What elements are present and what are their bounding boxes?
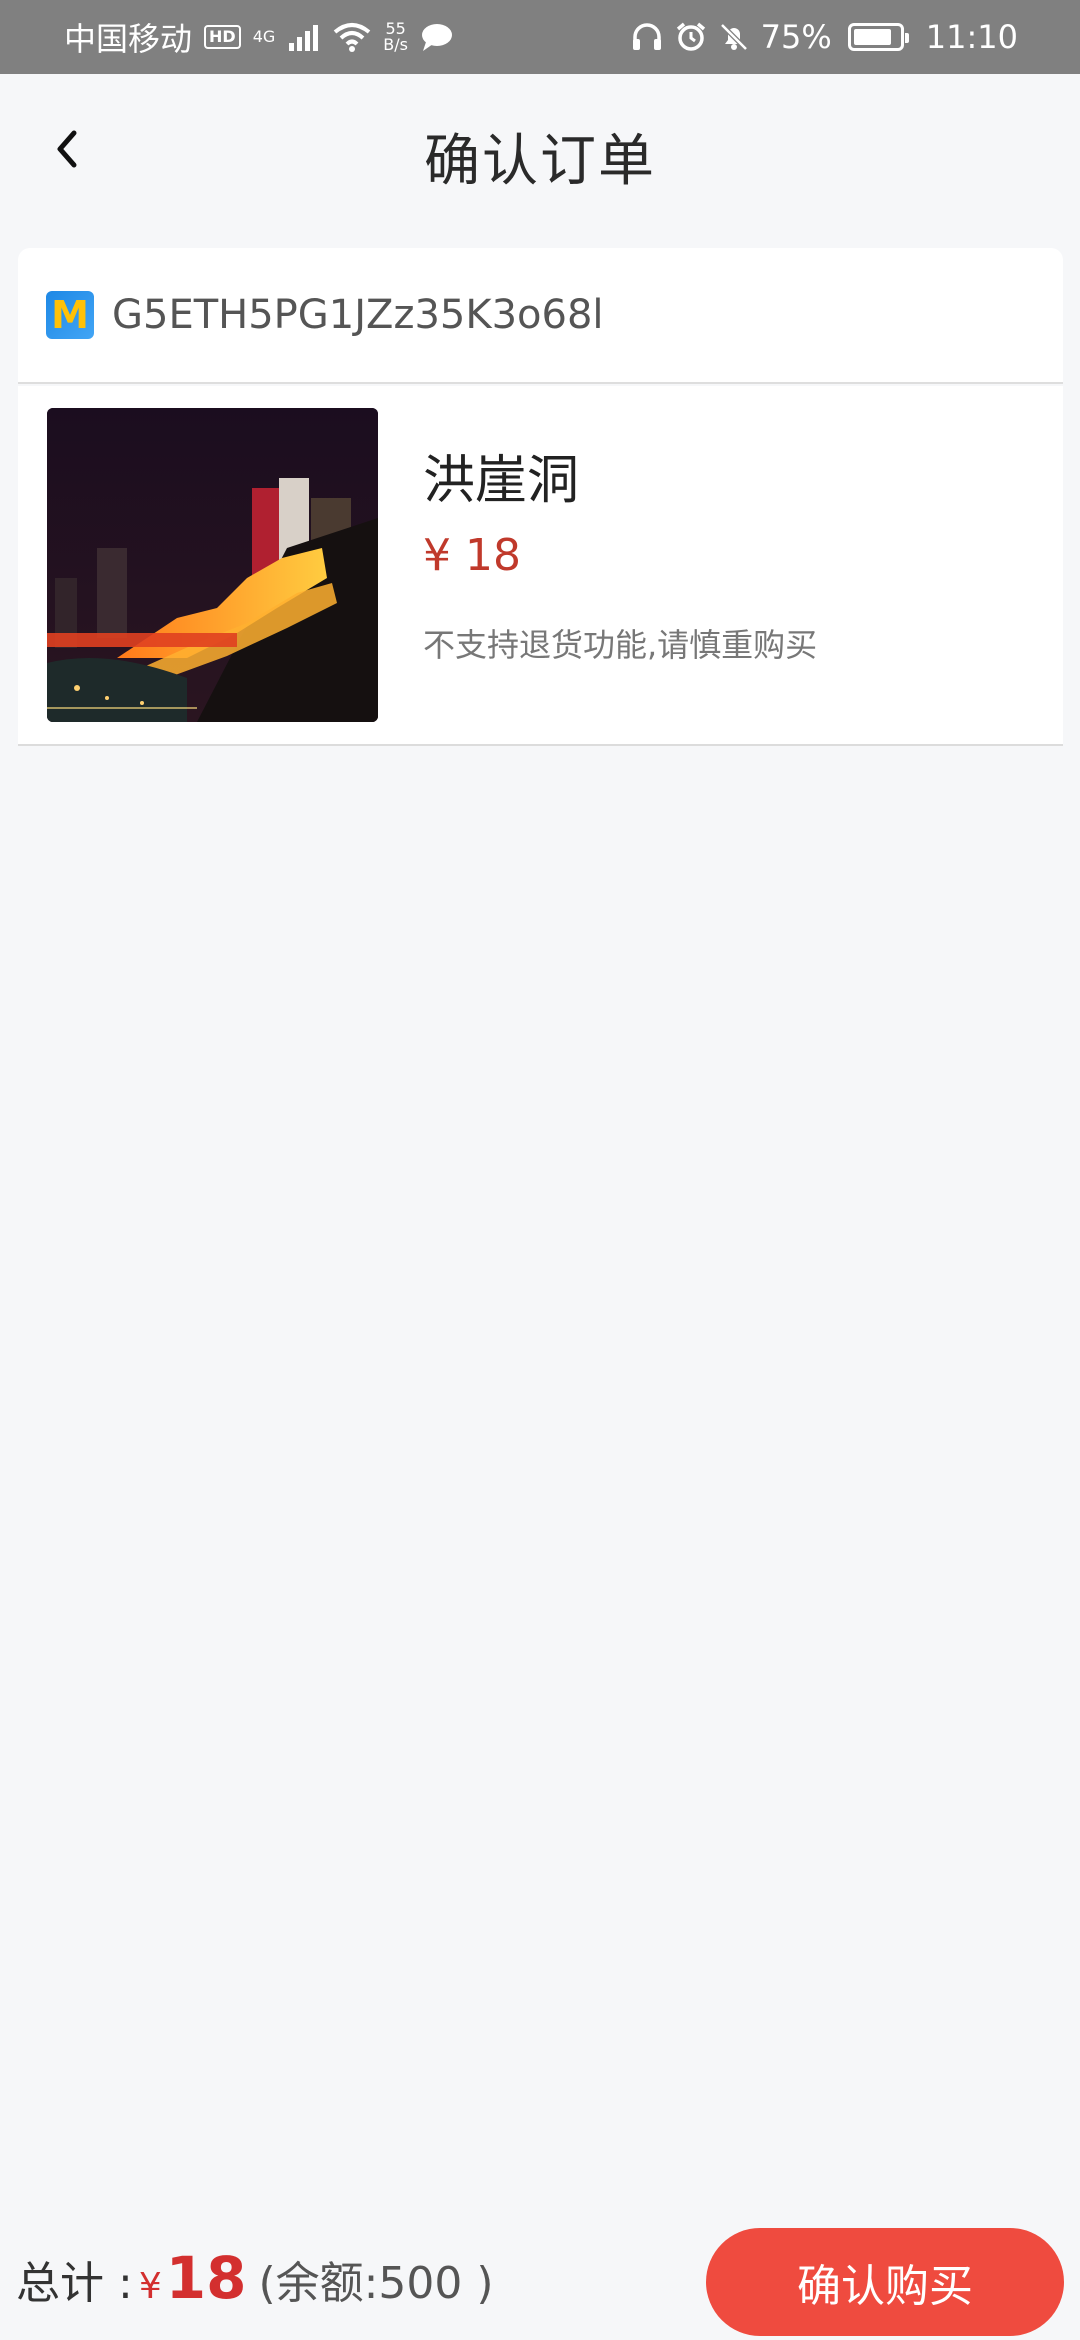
net-speed-unit: B/s <box>383 35 408 54</box>
page-header: 确认订单 <box>0 74 1080 224</box>
alarm-icon <box>675 22 707 52</box>
signal-icon <box>287 23 321 51</box>
shop-logo-icon: M <box>46 291 94 339</box>
battery-percent: 75% <box>760 18 832 56</box>
network-type-label: 4G <box>252 27 276 46</box>
status-left: 中国移动 HD 4G 55 B/s <box>64 14 454 60</box>
carrier-name: 中国移动 <box>64 20 193 58</box>
status-bar: 中国移动 HD 4G 55 B/s 75% 11:10 <box>0 0 1080 74</box>
mute-notification-icon <box>719 22 749 52</box>
status-right: 75% 11:10 <box>631 18 1018 56</box>
account-balance: (余额:500 ) <box>258 2258 494 2309</box>
total-amount: 18 <box>165 2244 247 2312</box>
item-name: 洪崖洞 <box>423 451 580 511</box>
checkout-bar: 总计 : ¥ 18 (余额:500 ) 确认购买 <box>0 2200 1080 2340</box>
item-price: ¥ 18 <box>423 530 521 581</box>
clock: 11:10 <box>925 18 1018 56</box>
chat-bubble-icon <box>420 22 454 52</box>
order-total: 总计 : ¥ 18 (余额:500 ) <box>16 2244 494 2312</box>
currency-symbol: ¥ <box>138 2266 162 2307</box>
page-title: 确认订单 <box>424 129 656 194</box>
item-return-note: 不支持退货功能,请慎重购买 <box>423 626 818 664</box>
order-item: 洪崖洞 ¥ 18 不支持退货功能,请慎重购买 <box>18 386 1063 746</box>
battery-level <box>853 29 892 45</box>
headphones-icon <box>631 22 663 52</box>
shop-name: G5ETH5PG1JZz35K3o68l <box>112 292 604 338</box>
total-label: 总计 : <box>16 2258 133 2309</box>
confirm-purchase-button[interactable]: 确认购买 <box>706 2228 1064 2336</box>
item-photo <box>47 408 378 722</box>
network-type: 4G <box>253 29 276 45</box>
net-speed: 55 B/s <box>383 21 408 53</box>
battery-icon <box>847 23 909 51</box>
wifi-icon <box>333 22 371 52</box>
shop-row[interactable]: M G5ETH5PG1JZz35K3o68l <box>18 248 1063 384</box>
hd-badge: HD <box>204 25 241 49</box>
